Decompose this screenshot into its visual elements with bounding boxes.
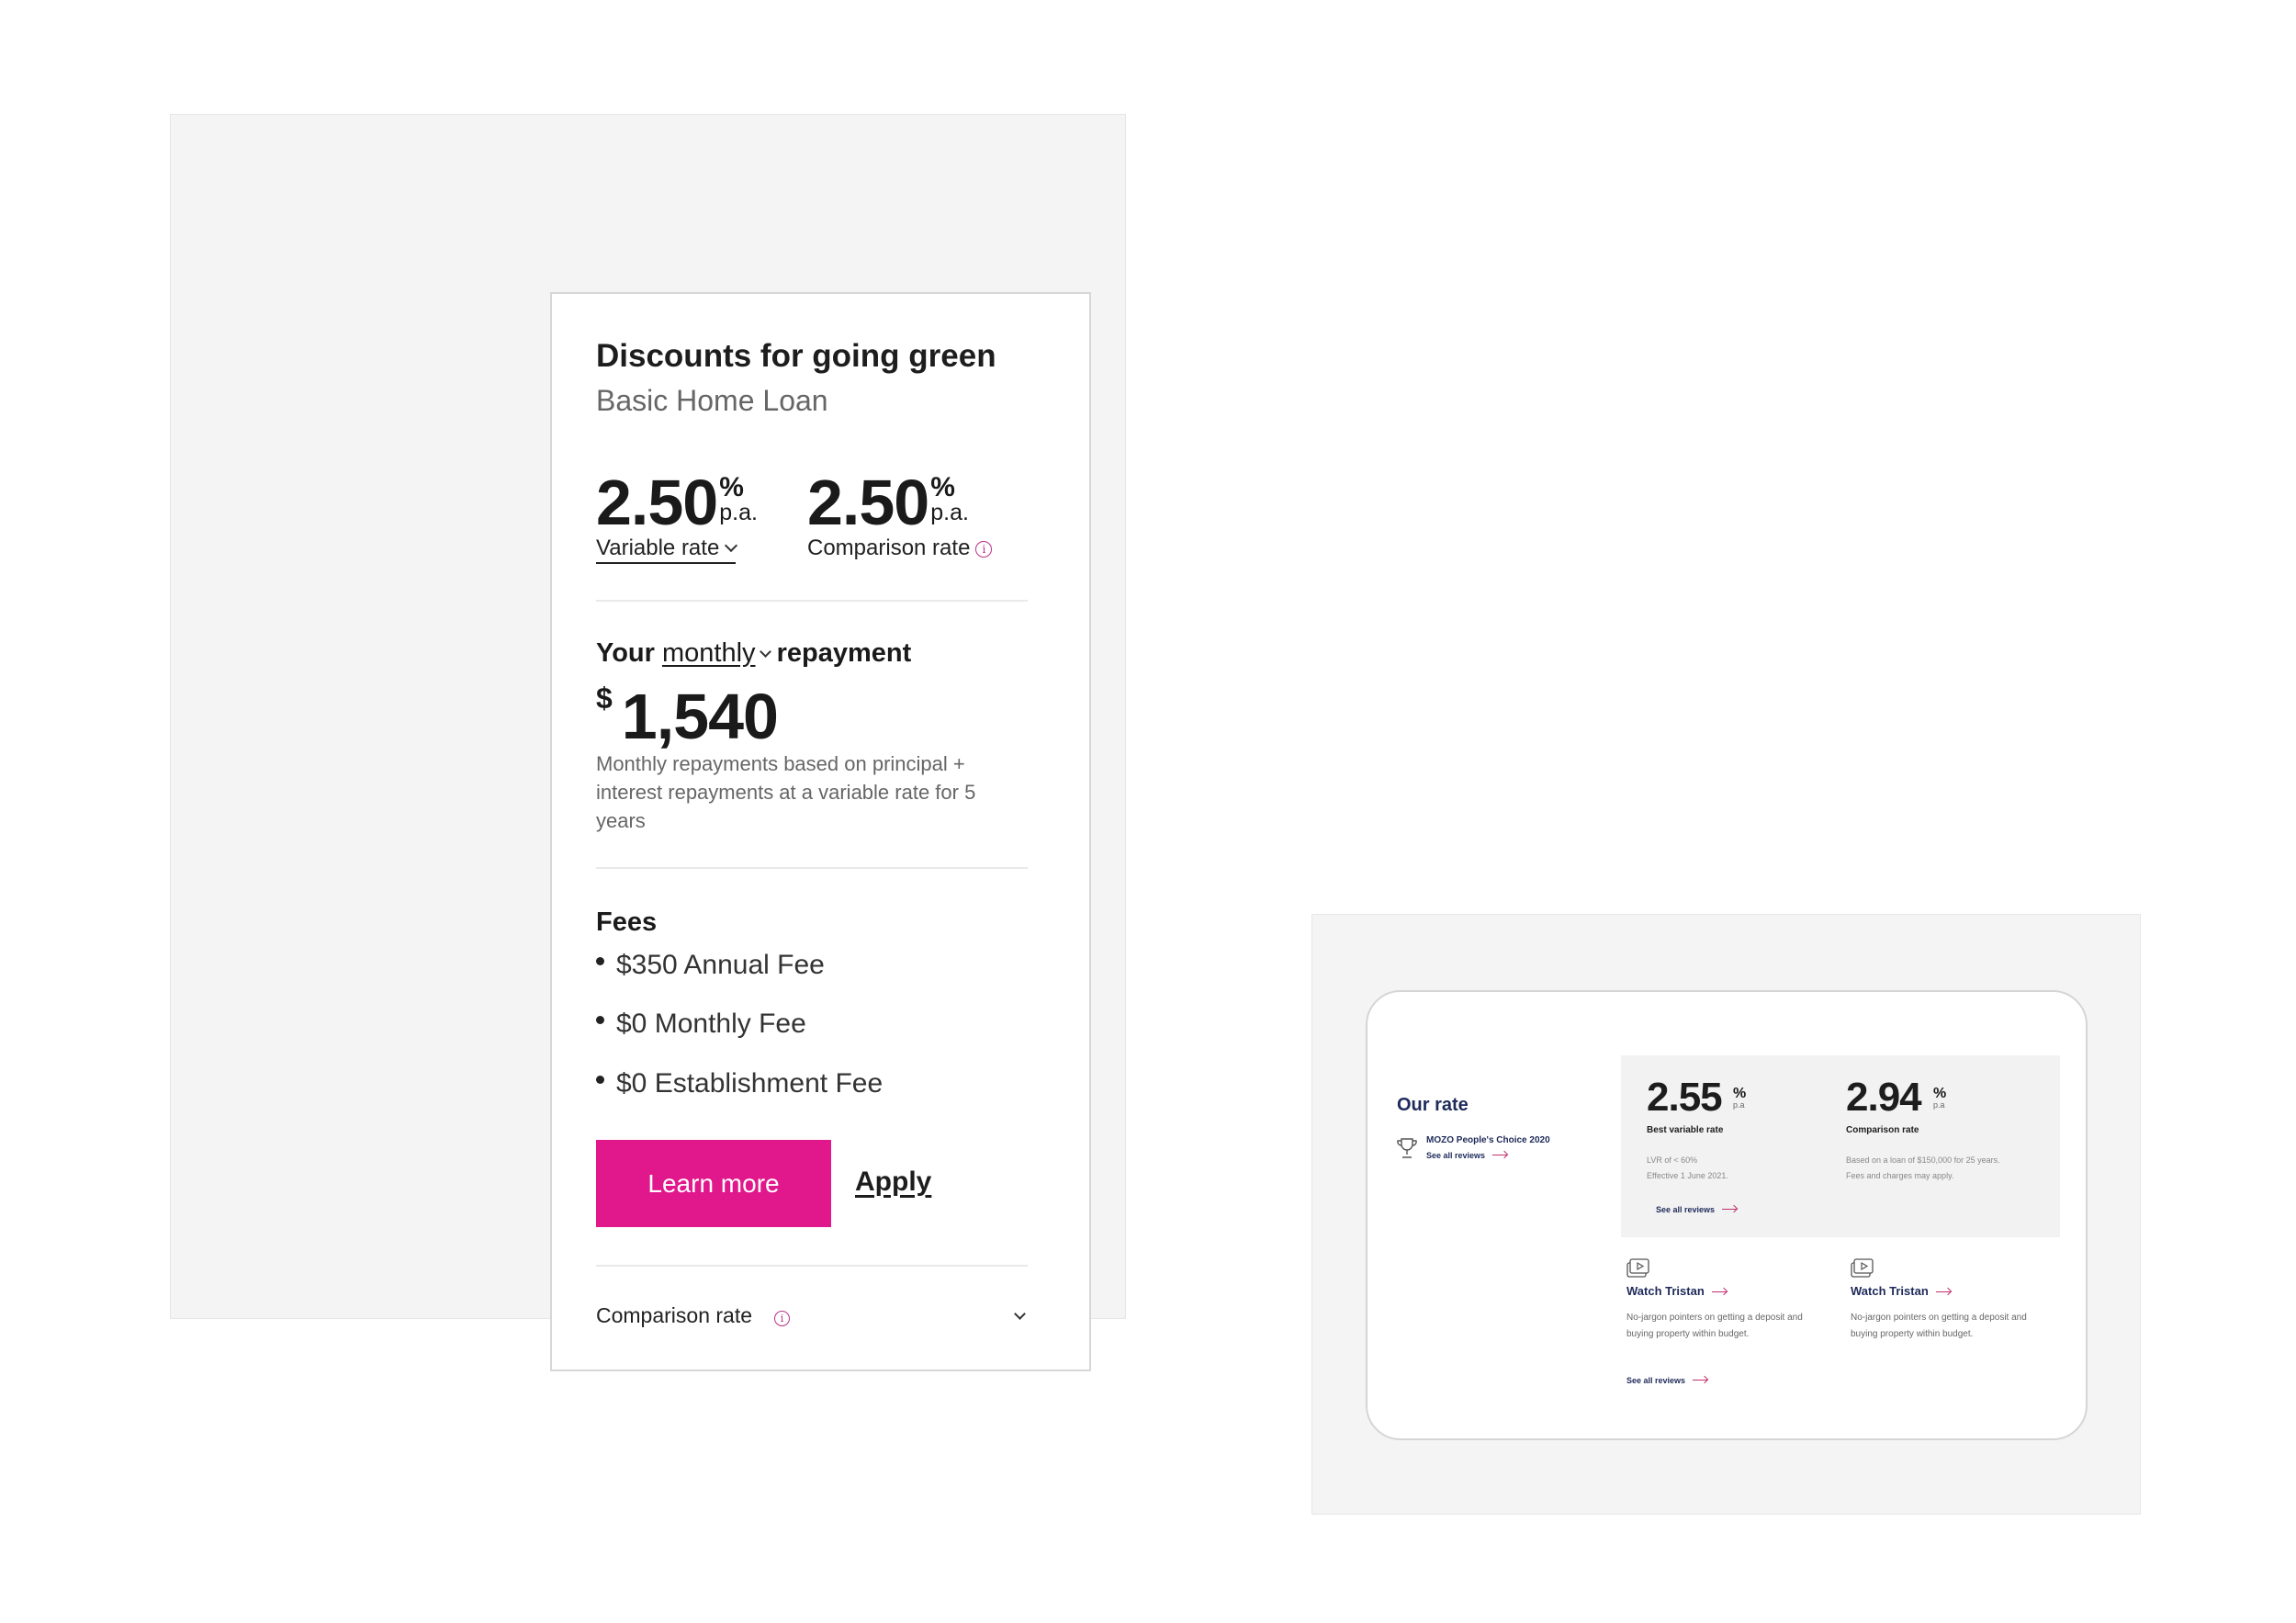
comparison-rate-accordion[interactable]: Comparison rate i bbox=[596, 1303, 1028, 1333]
best-variable-note-effective: Effective 1 June 2021. bbox=[1647, 1171, 1728, 1180]
our-rate-heading: Our rate bbox=[1397, 1095, 1469, 1115]
arrow-right-icon bbox=[1693, 1380, 1708, 1381]
watch-video-link[interactable]: Watch Tristan bbox=[1851, 1284, 1951, 1298]
rate-box-see-all-reviews-link[interactable]: See all reviews bbox=[1656, 1205, 1738, 1214]
award-see-all-reviews-link[interactable]: See all reviews bbox=[1426, 1151, 1508, 1160]
variable-rate-value: 2.50 bbox=[596, 467, 718, 538]
comparison-rate-label: Comparison rate bbox=[1846, 1125, 1919, 1135]
rate-highlight-box: 2.55 % p.a Best variable rate LVR of < 60… bbox=[1621, 1055, 2060, 1237]
chevron-down-icon bbox=[1014, 1308, 1026, 1320]
info-icon[interactable]: i bbox=[774, 1311, 791, 1327]
comparison-percent: % bbox=[1933, 1086, 1947, 1101]
video-see-all-reviews-link[interactable]: See all reviews bbox=[1626, 1376, 1708, 1385]
repayment-amount-value: 1,540 bbox=[621, 681, 779, 752]
card-subtitle: Basic Home Loan bbox=[596, 384, 828, 417]
fees-heading: Fees bbox=[596, 907, 658, 937]
arrow-right-icon bbox=[1711, 1291, 1727, 1292]
right-preview-panel: Our rate MOZO People's Choice 2020 See a… bbox=[1311, 914, 2141, 1515]
variable-rate-pa: p.a. bbox=[719, 500, 758, 525]
apply-link[interactable]: Apply bbox=[855, 1167, 931, 1198]
fee-item: $0 Monthly Fee bbox=[596, 1009, 806, 1040]
card-title: Discounts for going green bbox=[596, 338, 996, 374]
variable-rate-percent: % bbox=[719, 472, 744, 502]
video-icon bbox=[1626, 1258, 1649, 1278]
loan-card: Discounts for going green Basic Home Loa… bbox=[550, 292, 1091, 1371]
best-variable-rate-label: Best variable rate bbox=[1647, 1125, 1724, 1135]
comparison-rate-note: Based on a loan of $150,000 for 25 years… bbox=[1846, 1155, 2000, 1180]
divider bbox=[596, 867, 1028, 869]
comparison-rate-pa: p.a. bbox=[930, 500, 969, 525]
comparison-pa: p.a bbox=[1933, 1100, 1945, 1110]
best-variable-percent: % bbox=[1733, 1086, 1747, 1101]
repayment-heading: Your monthly repayment bbox=[596, 638, 912, 668]
repayment-period-label: monthly bbox=[661, 638, 756, 668]
video-icon bbox=[1851, 1258, 1874, 1278]
comparison-rate-percent: % bbox=[930, 472, 955, 502]
trophy-icon bbox=[1397, 1138, 1417, 1158]
chevron-down-icon bbox=[759, 646, 771, 658]
best-variable-pa: p.a bbox=[1733, 1100, 1745, 1110]
variable-rate-label: Variable rate bbox=[596, 535, 720, 560]
comparison-rate-caption: Comparison rate i bbox=[807, 535, 993, 561]
fee-item: $0 Establishment Fee bbox=[596, 1068, 883, 1099]
best-variable-note-lvr: LVR of < 60% bbox=[1647, 1155, 1698, 1165]
arrow-right-icon bbox=[1722, 1209, 1738, 1210]
info-icon[interactable]: i bbox=[975, 540, 993, 558]
currency-symbol: $ bbox=[596, 682, 613, 715]
divider bbox=[596, 1265, 1028, 1267]
watch-video-link[interactable]: Watch Tristan bbox=[1626, 1284, 1727, 1298]
repayment-amount: $1,540 bbox=[596, 680, 779, 753]
variable-rate-dropdown[interactable]: Variable rate bbox=[596, 535, 738, 564]
best-variable-rate-value: 2.55 bbox=[1647, 1075, 1723, 1120]
video-description: No-jargon pointers on getting a deposit … bbox=[1851, 1313, 2027, 1339]
bullet bbox=[596, 956, 604, 965]
repayment-description: Monthly repayments based on principal + … bbox=[596, 752, 976, 832]
comparison-rate-value: 2.94 bbox=[1846, 1075, 1922, 1120]
chevron-down-icon bbox=[725, 538, 738, 553]
video-description: No-jargon pointers on getting a deposit … bbox=[1626, 1313, 1803, 1339]
comparison-rate: 2.50% p.a. bbox=[807, 470, 969, 535]
bullet bbox=[596, 1015, 604, 1024]
repayment-period-dropdown[interactable]: monthly bbox=[661, 638, 771, 668]
rate-summary-card: Our rate MOZO People's Choice 2020 See a… bbox=[1366, 990, 2088, 1440]
comparison-rate-row-label: Comparison rate bbox=[596, 1303, 753, 1327]
variable-rate: 2.50% p.a. bbox=[596, 470, 758, 535]
comparison-rate-label: Comparison rate bbox=[807, 535, 971, 560]
comparison-rate-value: 2.50 bbox=[807, 467, 929, 538]
award-title: MOZO People's Choice 2020 bbox=[1426, 1135, 1550, 1145]
divider bbox=[596, 600, 1028, 602]
arrow-right-icon bbox=[1935, 1291, 1951, 1292]
left-preview-panel: Discounts for going green Basic Home Loa… bbox=[170, 114, 1126, 1371]
bullet bbox=[596, 1075, 604, 1084]
learn-more-button[interactable]: Learn more bbox=[596, 1140, 831, 1227]
fee-item: $350 Annual Fee bbox=[596, 950, 825, 981]
